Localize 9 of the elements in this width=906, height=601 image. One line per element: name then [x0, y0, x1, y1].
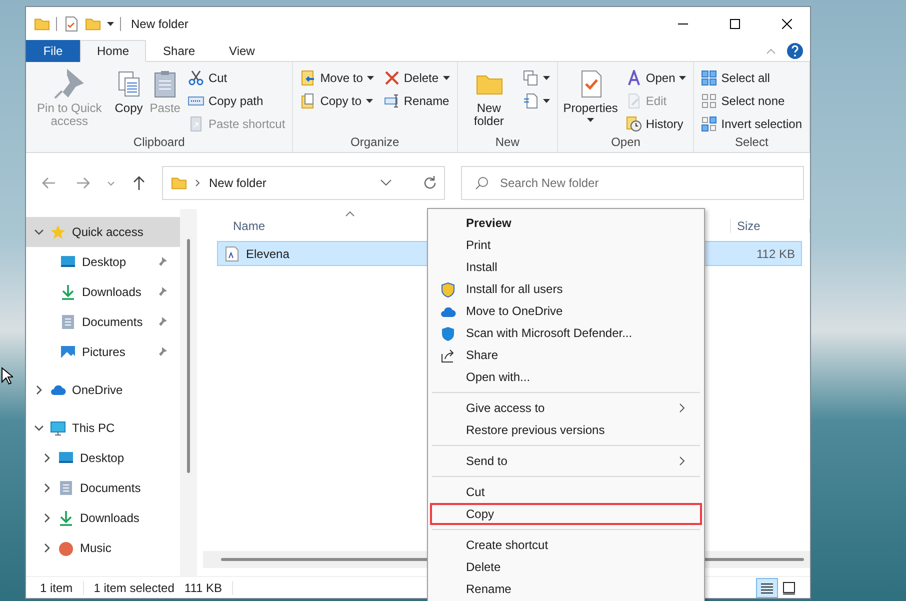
- group-label: Open: [611, 134, 640, 151]
- status-text: 1 item: [40, 580, 84, 594]
- group-label: New: [495, 134, 520, 151]
- group-label: Select: [734, 134, 768, 151]
- window-title: New folder: [131, 16, 190, 30]
- status-text: 111 KB: [184, 580, 233, 594]
- group-label: Organize: [350, 134, 400, 151]
- group-label: Clipboard: [133, 134, 185, 151]
- status-text: 1 item selected: [94, 580, 176, 594]
